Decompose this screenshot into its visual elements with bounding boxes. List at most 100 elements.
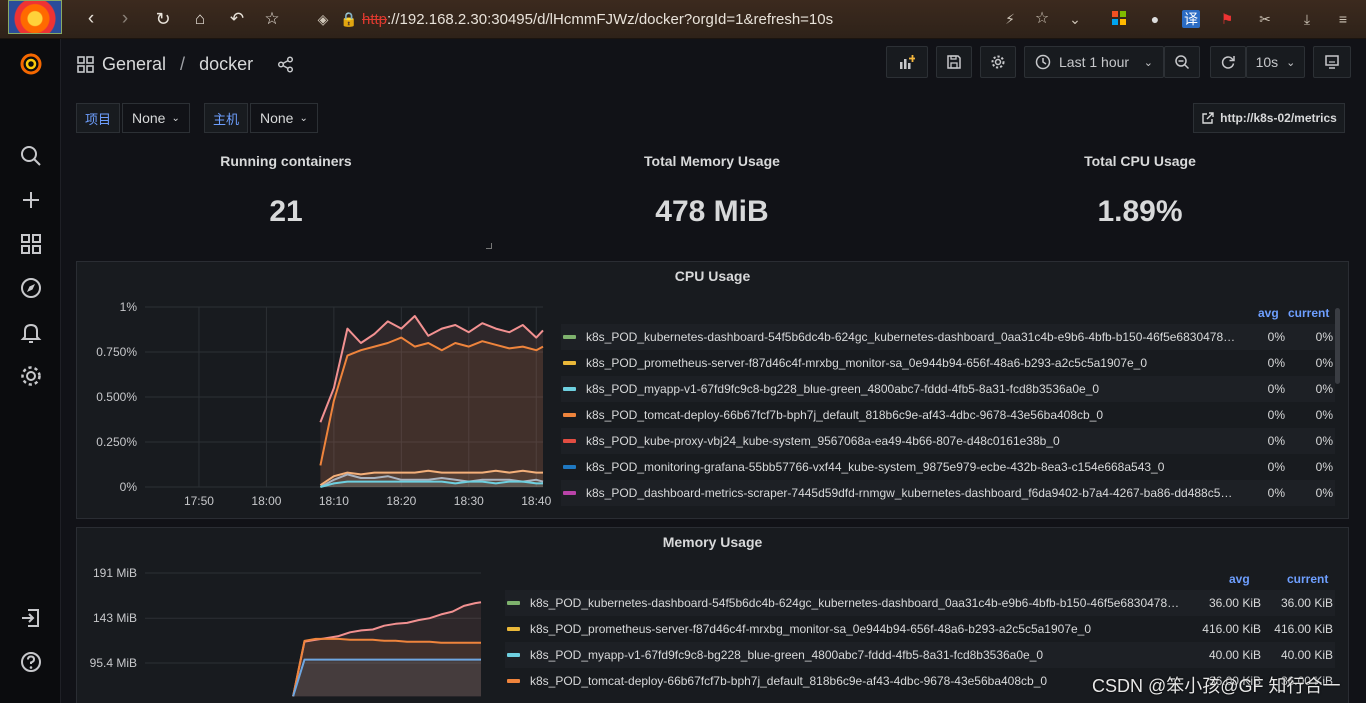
series-name[interactable]: k8s_POD_tomcat-deploy-66b67fcf7b-bph7j_d…: [530, 674, 1180, 688]
legend-row[interactable]: k8s_POD_myapp-v1-67fd9fc9c8-bg228_blue-g…: [561, 376, 1335, 402]
series-current: 0%: [1315, 434, 1333, 448]
series-avg: 0%: [1267, 486, 1285, 500]
download-icon[interactable]: ⤓: [1298, 10, 1316, 28]
series-color-swatch[interactable]: [563, 413, 576, 417]
chevron-down-icon[interactable]: ⌄: [1066, 10, 1084, 28]
reload-icon[interactable]: ↻: [152, 8, 174, 30]
series-avg: 0%: [1267, 330, 1285, 344]
stat-value: 1.89%: [1097, 195, 1183, 228]
share-icon[interactable]: [277, 55, 294, 73]
x-tick-label: 18:20: [386, 494, 416, 508]
legend-avg-header[interactable]: avg: [1229, 572, 1250, 586]
globe-icon[interactable]: ●: [1146, 10, 1164, 28]
back-icon[interactable]: ‹: [80, 8, 102, 30]
lightning-icon[interactable]: ⚡: [1001, 10, 1019, 28]
legend-row[interactable]: k8s_POD_myapp-v1-67fd9fc9c8-bg228_blue-g…: [505, 642, 1335, 668]
series-color-swatch[interactable]: [563, 387, 576, 391]
series-name[interactable]: k8s_POD_myapp-v1-67fd9fc9c8-bg228_blue-g…: [530, 648, 1180, 662]
stat-total-cpu: Total CPU Usage 1.89%: [930, 144, 1350, 229]
tv-mode-button[interactable]: [1313, 46, 1351, 78]
legend-avg-header[interactable]: avg: [1258, 306, 1279, 320]
shield-icon: ◈: [317, 11, 329, 27]
browser-toolbar: ‹ › ↻ ⌂ ↶ ☆ ◈ 🔒 http://192.168.2.30:3049…: [0, 0, 1366, 39]
breadcrumb-separator: /: [180, 53, 186, 74]
home-icon[interactable]: ⌂: [189, 8, 211, 30]
zoom-out-button[interactable]: [1164, 46, 1200, 78]
create-plus-icon[interactable]: [18, 187, 44, 213]
windows-apps-icon[interactable]: [1110, 10, 1128, 28]
grafana-logo-icon[interactable]: [18, 51, 44, 77]
series-avg: 0%: [1267, 460, 1285, 474]
stat-title: Running containers: [220, 153, 352, 169]
series-avg: 40.00 KiB: [1208, 648, 1261, 662]
legend-row[interactable]: k8s_POD_tomcat-deploy-66b67fcf7b-bph7j_d…: [561, 402, 1335, 428]
help-icon[interactable]: [18, 649, 44, 675]
series-name[interactable]: k8s_POD_prometheus-server-f87d46c4f-mrxb…: [530, 622, 1180, 636]
flag-icon[interactable]: ⚑: [1218, 10, 1236, 28]
legend-row[interactable]: k8s_POD_prometheus-server-f87d46c4f-mrxb…: [505, 616, 1335, 642]
series-name[interactable]: k8s_POD_kubernetes-dashboard-54f5b6dc4b-…: [530, 596, 1180, 610]
legend-row[interactable]: k8s_POD_monitoring-grafana-55bb57766-vxf…: [561, 454, 1335, 480]
search-icon[interactable]: [18, 143, 44, 169]
legend-row[interactable]: k8s_POD_prometheus-server-f87d46c4f-mrxb…: [561, 350, 1335, 376]
bookmark-star-icon[interactable]: ☆: [1033, 10, 1051, 28]
legend-current-header[interactable]: current: [1287, 572, 1328, 586]
cpu-usage-graph[interactable]: 0% 0.250% 0.500% 0.750% 1% 17:50 18:00 18:10 18:…: [77, 262, 557, 519]
series-current: 0%: [1315, 460, 1333, 474]
stat-title: Total CPU Usage: [1084, 153, 1196, 169]
refresh-button[interactable]: [1210, 46, 1246, 78]
dashboards-icon[interactable]: [18, 231, 44, 257]
series-color-swatch[interactable]: [563, 335, 576, 339]
series-color-swatch[interactable]: [563, 465, 576, 469]
legend-row[interactable]: k8s_POD_dashboard-metrics-scraper-7445d5…: [561, 480, 1335, 506]
memory-usage-graph[interactable]: 95.4 MiB 143 MiB 191 MiB: [77, 528, 497, 703]
legend-row[interactable]: k8s_POD_kubernetes-dashboard-54f5b6dc4b-…: [561, 324, 1335, 350]
series-name[interactable]: k8s_POD_dashboard-metrics-scraper-7445d5…: [586, 486, 1236, 500]
time-picker-button[interactable]: Last 1 hour ⌄: [1024, 46, 1164, 78]
legend-current-header[interactable]: current: [1288, 306, 1329, 320]
sign-in-icon[interactable]: [18, 605, 44, 631]
configuration-gear-icon[interactable]: [18, 363, 44, 389]
series-name[interactable]: k8s_POD_monitoring-grafana-55bb57766-vxf…: [586, 460, 1236, 474]
series-color-swatch[interactable]: [507, 653, 520, 657]
explore-compass-icon[interactable]: [18, 275, 44, 301]
breadcrumb-folder[interactable]: General: [102, 54, 166, 75]
resize-handle-icon[interactable]: [486, 243, 492, 249]
series-name[interactable]: k8s_POD_prometheus-server-f87d46c4f-mrxb…: [586, 356, 1236, 370]
series-color-swatch[interactable]: [507, 601, 520, 605]
address-bar[interactable]: http://192.168.2.30:30495/d/lHcmmFJWz/do…: [362, 11, 833, 28]
variable-select-host[interactable]: None ⌄: [250, 103, 318, 133]
add-panel-button[interactable]: [886, 46, 928, 78]
stat-title: Total Memory Usage: [644, 153, 780, 169]
series-color-swatch[interactable]: [563, 361, 576, 365]
series-name[interactable]: k8s_POD_kube-proxy-vbj24_kube-system_956…: [586, 434, 1236, 448]
external-link-icon: [1201, 111, 1214, 125]
translate-icon[interactable]: 译: [1182, 10, 1200, 28]
dashboard-title[interactable]: docker: [199, 54, 253, 75]
series-name[interactable]: k8s_POD_kubernetes-dashboard-54f5b6dc4b-…: [586, 330, 1236, 344]
series-color-swatch[interactable]: [563, 491, 576, 495]
menu-icon[interactable]: ≡: [1334, 10, 1352, 28]
forward-icon[interactable]: ›: [114, 8, 136, 30]
insecure-lock-icon[interactable]: 🔒: [340, 10, 358, 28]
legend-row[interactable]: k8s_POD_kubernetes-dashboard-54f5b6dc4b-…: [505, 590, 1335, 616]
save-dashboard-button[interactable]: [936, 46, 972, 78]
dashboard-settings-button[interactable]: [980, 46, 1016, 78]
series-area: [320, 337, 543, 487]
legend-scrollbar[interactable]: [1335, 308, 1340, 384]
alerting-bell-icon[interactable]: [18, 319, 44, 345]
series-name[interactable]: k8s_POD_myapp-v1-67fd9fc9c8-bg228_blue-g…: [586, 382, 1236, 396]
stat-value: 478 MiB: [655, 195, 769, 228]
legend-row[interactable]: k8s_POD_kube-proxy-vbj24_kube-system_956…: [561, 428, 1335, 454]
star-icon[interactable]: ☆: [261, 8, 283, 30]
series-name[interactable]: k8s_POD_tomcat-deploy-66b67fcf7b-bph7j_d…: [586, 408, 1236, 422]
series-color-swatch[interactable]: [507, 679, 520, 683]
variable-select-project[interactable]: None ⌄: [122, 103, 190, 133]
series-color-swatch[interactable]: [563, 439, 576, 443]
save-icon: [946, 54, 962, 70]
scissors-icon[interactable]: ✂: [1256, 10, 1274, 28]
undo-icon[interactable]: ↶: [226, 8, 248, 30]
metrics-link-button[interactable]: http://k8s-02/metrics: [1193, 103, 1345, 133]
series-color-swatch[interactable]: [507, 627, 520, 631]
refresh-interval-picker[interactable]: 10s ⌄: [1246, 46, 1305, 78]
